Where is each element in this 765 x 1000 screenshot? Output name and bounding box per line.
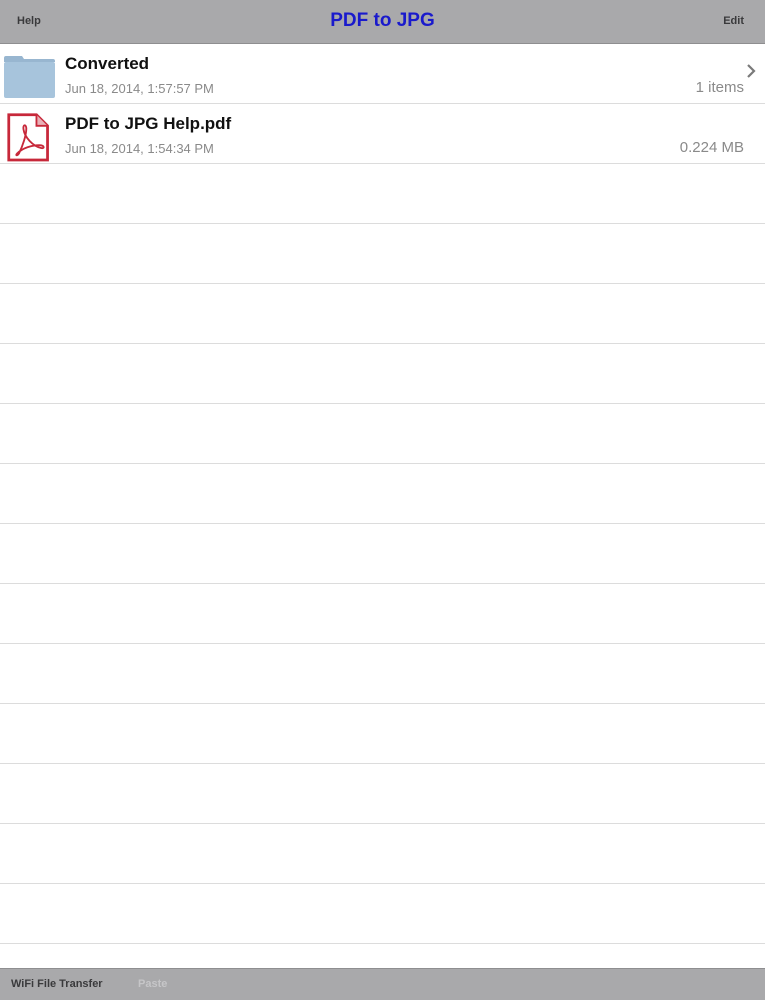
edit-button[interactable]: Edit [723, 0, 744, 44]
empty-row [0, 944, 765, 968]
navigation-bar: Help PDF to JPG Edit [0, 0, 765, 44]
pdf-file-icon [7, 113, 49, 162]
file-detail: 1 items [695, 79, 744, 96]
empty-row [0, 884, 765, 944]
empty-row [0, 524, 765, 584]
empty-row [0, 584, 765, 644]
file-row-converted[interactable]: Converted Jun 18, 2014, 1:57:57 PM 1 ite… [0, 44, 765, 104]
empty-row [0, 224, 765, 284]
file-name: PDF to JPG Help.pdf [65, 114, 232, 133]
file-name: Converted [65, 54, 150, 73]
empty-row [0, 284, 765, 344]
wifi-file-transfer-button[interactable]: WiFi File Transfer [11, 969, 103, 1000]
empty-row [0, 344, 765, 404]
empty-row [0, 164, 765, 224]
empty-row [0, 704, 765, 764]
file-size: 0.224 MB [679, 139, 744, 156]
chevron-right-icon [747, 64, 756, 78]
empty-row [0, 404, 765, 464]
file-date: Jun 18, 2014, 1:54:34 PM [65, 141, 214, 156]
file-row-pdf-help[interactable]: PDF to JPG Help.pdf Jun 18, 2014, 1:54:3… [0, 104, 765, 164]
page-title: PDF to JPG [330, 10, 435, 31]
file-list: Converted Jun 18, 2014, 1:57:57 PM 1 ite… [0, 44, 765, 968]
empty-row [0, 764, 765, 824]
bottom-toolbar: WiFi File Transfer Paste [0, 968, 765, 1000]
empty-row [0, 824, 765, 884]
empty-row [0, 644, 765, 704]
file-date: Jun 18, 2014, 1:57:57 PM [65, 81, 214, 96]
empty-row [0, 464, 765, 524]
paste-button[interactable]: Paste [138, 969, 167, 1000]
folder-icon [4, 56, 55, 98]
